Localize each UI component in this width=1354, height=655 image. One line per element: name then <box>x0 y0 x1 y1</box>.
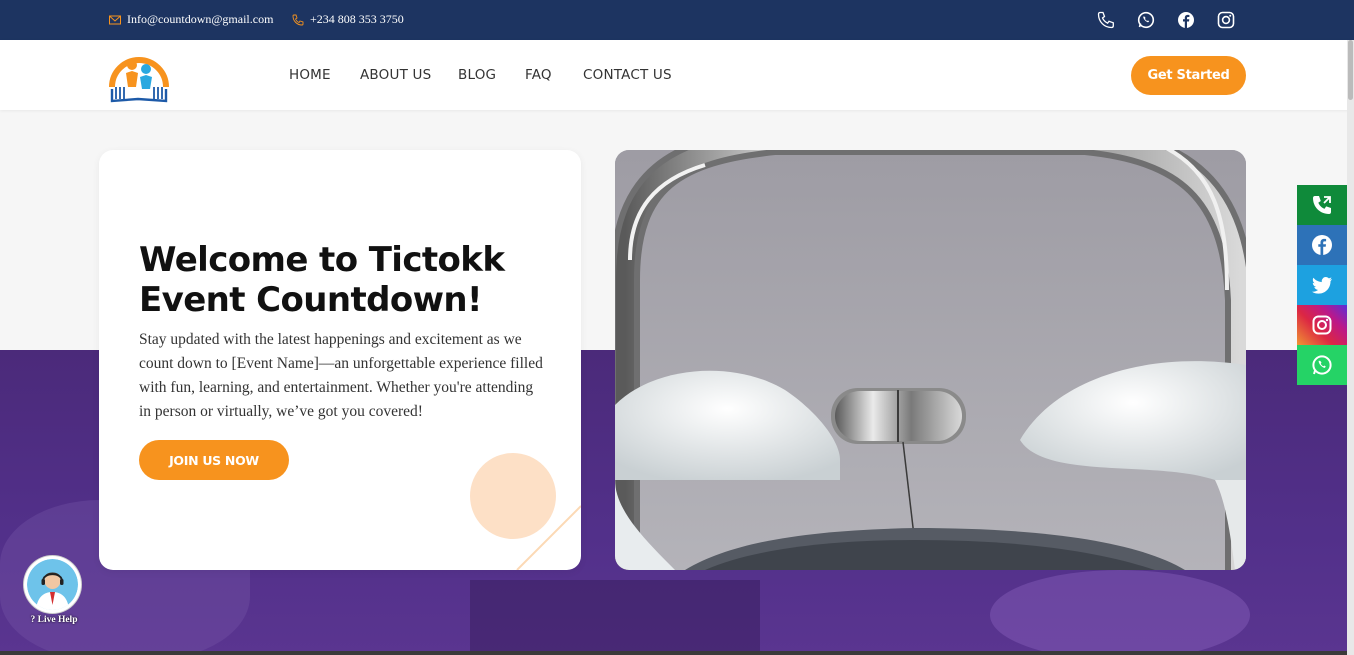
hero-bg-shape <box>470 580 760 655</box>
float-whatsapp-button[interactable] <box>1297 345 1347 385</box>
float-twitter-button[interactable] <box>1297 265 1347 305</box>
main-navbar: HOME ABOUT US BLOG FAQ CONTACT US Get St… <box>0 40 1354 110</box>
twitter-icon <box>1312 277 1332 294</box>
float-phone-button[interactable] <box>1297 185 1347 225</box>
nav-about-us[interactable]: ABOUT US <box>360 67 431 83</box>
float-instagram-button[interactable] <box>1297 305 1347 345</box>
page-scrollbar[interactable] <box>1347 40 1354 655</box>
email-text: Info@countdown@gmail.com <box>127 12 274 26</box>
facebook-icon <box>1312 235 1332 255</box>
support-agent-avatar[interactable] <box>24 556 81 613</box>
whatsapp-icon <box>1312 355 1332 375</box>
float-facebook-button[interactable] <box>1297 225 1347 265</box>
hero-bg-shape <box>990 570 1250 655</box>
welcome-card: Welcome to Tictokk Event Countdown! Stay… <box>99 150 581 570</box>
whatsapp-icon[interactable] <box>1135 9 1157 31</box>
scrollbar-thumb[interactable] <box>1348 40 1353 100</box>
phone-icon <box>292 14 304 25</box>
hero-clock-image <box>615 150 1246 570</box>
live-help-widget[interactable]: ? Live Help <box>24 556 84 625</box>
phone-text: +234 808 353 3750 <box>310 12 404 26</box>
nav-contact-us[interactable]: CONTACT US <box>583 67 672 83</box>
instagram-icon <box>1312 315 1332 335</box>
phone-icon[interactable] <box>1095 9 1117 31</box>
hero-description: Stay updated with the latest happenings … <box>139 331 543 420</box>
hero-title: Welcome to Tictokk Event Countdown! <box>139 240 505 320</box>
phone-contact[interactable]: +234 808 353 3750 <box>292 12 404 27</box>
get-started-button[interactable]: Get Started <box>1131 56 1246 95</box>
nav-home[interactable]: HOME <box>289 67 331 83</box>
top-bar: Info@countdown@gmail.com +234 808 353 37… <box>0 0 1354 40</box>
join-us-button[interactable]: JOIN US NOW <box>139 440 289 480</box>
instagram-icon[interactable] <box>1215 9 1237 31</box>
facebook-icon[interactable] <box>1175 9 1197 31</box>
phone-call-icon <box>1313 196 1331 214</box>
nav-blog[interactable]: BLOG <box>458 67 496 83</box>
live-help-label: ? Live Help <box>30 615 78 625</box>
nav-faq[interactable]: FAQ <box>525 67 552 83</box>
site-logo[interactable] <box>106 47 172 103</box>
email-contact[interactable]: Info@countdown@gmail.com <box>109 12 273 27</box>
floating-social-bar <box>1297 185 1347 385</box>
decorative-circle <box>470 453 556 539</box>
mail-icon <box>109 15 121 24</box>
bottom-edge <box>0 651 1347 655</box>
